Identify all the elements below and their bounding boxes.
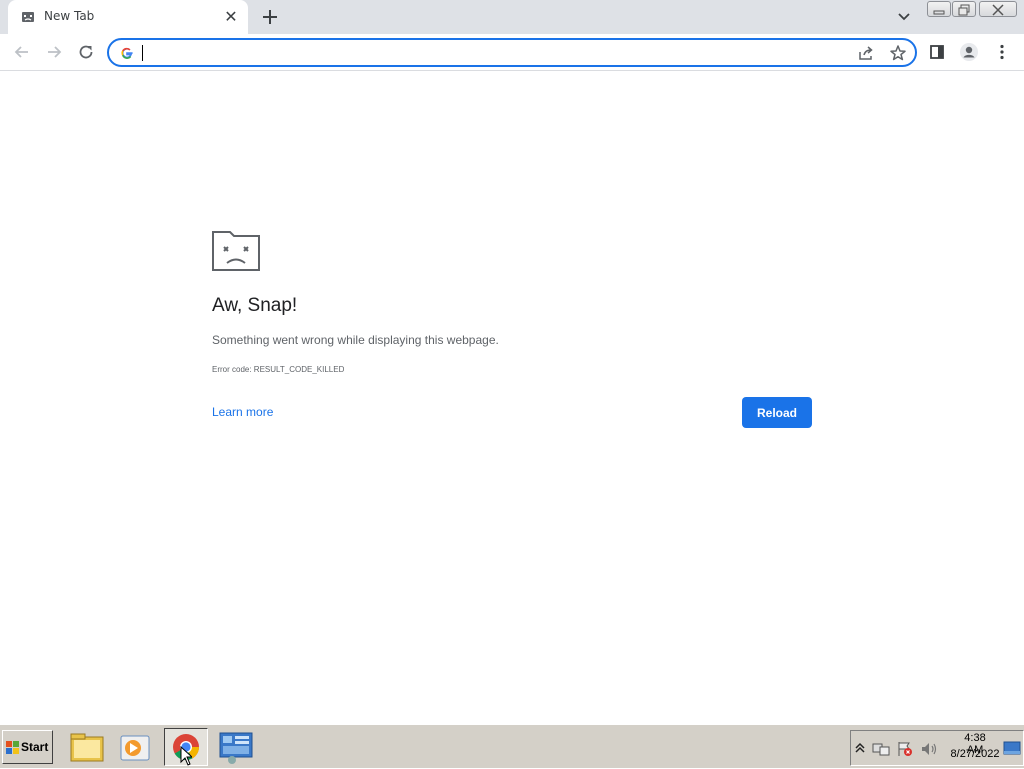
volume-icon[interactable] (920, 740, 940, 758)
error-message: Something went wrong while displaying th… (212, 333, 499, 347)
sad-tab-icon (212, 231, 260, 271)
reload-icon[interactable] (76, 42, 96, 62)
mouse-cursor-icon (180, 746, 192, 766)
kebab-menu-icon[interactable] (992, 42, 1012, 62)
text-caret (142, 45, 143, 61)
back-arrow-icon[interactable] (12, 42, 32, 62)
file-explorer-icon[interactable] (65, 728, 109, 766)
address-bar[interactable] (107, 38, 917, 67)
side-panel-icon[interactable] (927, 42, 947, 62)
windows-logo-icon (6, 741, 19, 754)
network-icon[interactable] (872, 740, 890, 758)
action-center-flag-icon[interactable] (896, 740, 914, 758)
star-icon[interactable] (888, 43, 908, 63)
tab-new-tab[interactable]: New Tab ✕ (8, 0, 248, 34)
forward-arrow-icon[interactable] (44, 42, 64, 62)
control-panel-icon[interactable] (214, 728, 258, 766)
media-player-icon[interactable] (113, 728, 157, 766)
start-button[interactable]: Start (2, 730, 53, 764)
start-label: Start (21, 740, 49, 754)
browser-toolbar (0, 34, 1024, 71)
close-icon (992, 4, 1004, 16)
share-icon[interactable] (856, 43, 876, 63)
show-hidden-icons-icon[interactable] (854, 741, 866, 755)
plus-icon[interactable] (259, 6, 281, 28)
tab-title: New Tab (44, 9, 95, 23)
tab-strip: New Tab ✕ (0, 0, 1024, 34)
taskbar: Start (0, 724, 1024, 768)
error-title: Aw, Snap! (212, 295, 298, 316)
chevron-down-icon[interactable] (895, 8, 913, 26)
learn-more-link[interactable]: Learn more (212, 405, 273, 419)
show-desktop-icon[interactable] (1003, 741, 1021, 757)
restore-icon (958, 4, 970, 16)
profile-avatar-icon[interactable] (959, 42, 979, 62)
google-g-icon (121, 47, 133, 59)
reload-button[interactable]: Reload (742, 397, 812, 428)
clock-date[interactable]: 8/27/2022 (946, 748, 1004, 760)
restore-button[interactable] (952, 1, 976, 17)
new-tab-page-icon (22, 12, 34, 22)
omnibox-input[interactable] (141, 43, 831, 63)
minimize-icon (933, 10, 945, 15)
minimize-button[interactable] (927, 1, 951, 17)
window-close-button[interactable] (979, 1, 1017, 17)
error-code: Error code: RESULT_CODE_KILLED (212, 365, 345, 374)
close-icon[interactable]: ✕ (222, 8, 240, 26)
